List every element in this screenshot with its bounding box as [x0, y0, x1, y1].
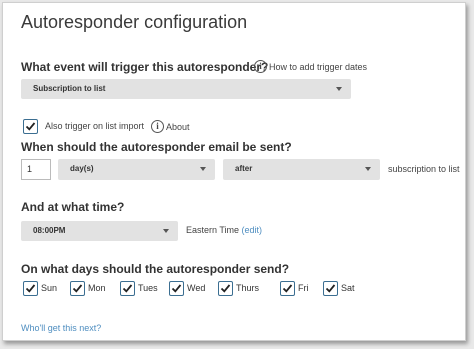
- trigger-help-link[interactable]: How to add trigger dates: [269, 62, 367, 72]
- checkmark-icon: [171, 284, 182, 293]
- chevron-down-icon: [336, 87, 342, 91]
- checkmark-icon: [122, 284, 133, 293]
- timing-suffix: subscription to list: [388, 164, 460, 174]
- timezone-label: Eastern Time: [186, 225, 240, 235]
- import-about-link[interactable]: About: [166, 122, 190, 132]
- checkmark-icon: [25, 122, 36, 131]
- timing-question: When should the autoresponder email be s…: [21, 140, 292, 154]
- unit-select-value: day(s): [70, 164, 94, 173]
- day-label: Sun: [41, 283, 58, 293]
- checkmark-icon: [25, 284, 36, 293]
- day-checkbox-mon[interactable]: [70, 281, 85, 296]
- days-number-input[interactable]: 1: [21, 159, 51, 180]
- day-label: Tues: [138, 283, 158, 293]
- day-label: Wed: [187, 283, 206, 293]
- checkmark-icon: [325, 284, 336, 293]
- day-label: Sat: [341, 283, 355, 293]
- direction-select-value: after: [235, 164, 253, 173]
- page-title: Autoresponder configuration: [21, 12, 248, 32]
- checkmark-icon: [282, 284, 293, 293]
- checkmark-icon: [72, 284, 83, 293]
- checkmark-icon: [220, 284, 231, 293]
- day-label: Fri: [298, 283, 309, 293]
- day-checkbox-wed[interactable]: [169, 281, 184, 296]
- day-checkbox-tues[interactable]: [120, 281, 135, 296]
- info-icon[interactable]: i: [254, 60, 267, 73]
- trigger-select-value: Subscription to list: [33, 84, 106, 93]
- import-label: Also trigger on list import: [45, 121, 145, 131]
- chevron-down-icon: [163, 229, 169, 233]
- day-checkbox-thurs[interactable]: [218, 281, 233, 296]
- day-label: Mon: [88, 283, 106, 293]
- info-icon[interactable]: i: [151, 120, 164, 133]
- chevron-down-icon: [365, 167, 371, 171]
- unit-select[interactable]: day(s): [58, 159, 215, 180]
- trigger-select[interactable]: Subscription to list: [21, 79, 351, 99]
- day-checkbox-fri[interactable]: [280, 281, 295, 296]
- time-question: And at what time?: [21, 200, 125, 214]
- days-question: On what days should the autoresponder se…: [21, 262, 290, 276]
- time-select-value: 08:00PM: [33, 226, 66, 235]
- time-select[interactable]: 08:00PM: [21, 221, 178, 241]
- chevron-down-icon: [200, 167, 206, 171]
- autoresponder-panel: Autoresponder configuration What event w…: [2, 2, 466, 341]
- direction-select[interactable]: after: [223, 159, 380, 180]
- day-label: Thurs: [236, 283, 260, 293]
- timezone-edit-link[interactable]: (edit): [242, 225, 263, 235]
- import-checkbox[interactable]: [23, 119, 38, 134]
- day-checkbox-sun[interactable]: [23, 281, 38, 296]
- whos-next-link[interactable]: Who'll get this next?: [21, 323, 101, 333]
- trigger-question: What event will trigger this autorespond…: [21, 60, 269, 74]
- day-checkbox-sat[interactable]: [323, 281, 338, 296]
